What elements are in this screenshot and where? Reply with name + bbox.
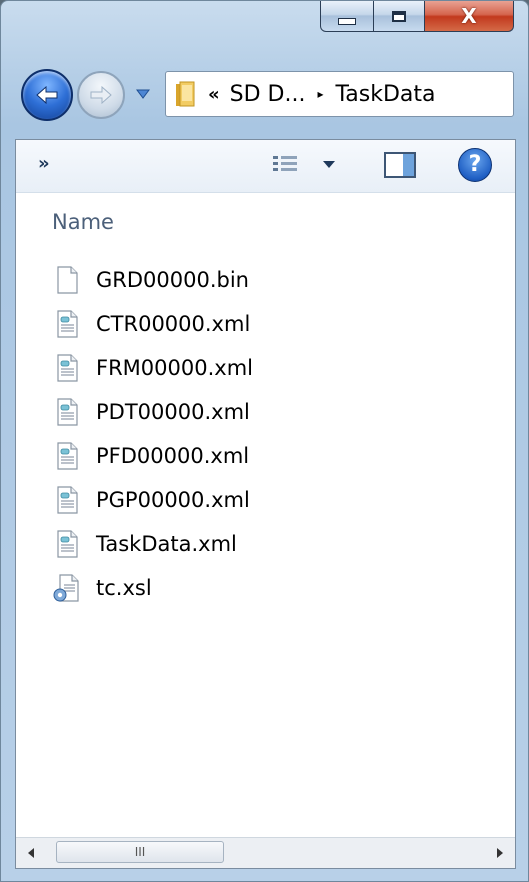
horizontal-scrollbar[interactable]: III [16,837,515,868]
file-item[interactable]: PGP00000.xml [52,478,515,522]
file-item[interactable]: CTR00000.xml [52,302,515,346]
minimize-button[interactable] [320,1,374,32]
file-name: GRD00000.bin [96,268,249,292]
maximize-icon [392,10,406,22]
breadcrumb-parent[interactable]: SD D... [230,82,306,107]
xsl-file-icon [52,573,82,603]
xml-file-icon [52,485,82,515]
file-item[interactable]: GRD00000.bin [52,258,515,302]
file-name: TaskData.xml [96,532,237,556]
file-list: GRD00000.bin CTR00000.xml FRM00000.xml PDT0… [52,258,515,610]
forward-arrow-icon [90,85,112,105]
file-item[interactable]: tc.xsl [52,566,515,610]
file-item[interactable]: PFD00000.xml [52,434,515,478]
blank-file-icon [52,265,82,295]
breadcrumb-current[interactable]: TaskData [336,82,436,107]
xml-file-icon [52,529,82,559]
file-name: PGP00000.xml [96,488,250,512]
file-item[interactable]: PDT00000.xml [52,390,515,434]
xml-file-icon [52,353,82,383]
help-button[interactable]: ? [458,148,492,182]
view-dropdown-chevron-icon[interactable] [322,160,336,169]
navigation-bar: « SD D... ▸ TaskData [15,65,514,123]
explorer-window: X « SD D... ▸ TaskData » ? Name GRD00000… [0,0,529,882]
scroll-left-icon[interactable] [26,847,36,859]
scroll-right-icon[interactable] [495,847,505,859]
file-item[interactable]: TaskData.xml [52,522,515,566]
file-name: PFD00000.xml [96,444,250,468]
xml-file-icon [52,309,82,339]
file-name: FRM00000.xml [96,356,253,380]
name-column-header[interactable]: Name [52,210,114,234]
file-pane: » ? Name GRD00000.bin CTR00000.xml FRM0000… [15,139,516,869]
file-name: CTR00000.xml [96,312,251,336]
caption-buttons: X [320,1,514,35]
scrollbar-thumb[interactable]: III [56,841,224,863]
more-commands-button[interactable]: » [38,153,50,174]
back-arrow-icon [36,85,58,105]
maximize-button[interactable] [374,1,425,32]
details-view-icon[interactable] [272,154,298,176]
file-item[interactable]: FRM00000.xml [52,346,515,390]
command-bar: » ? [16,140,515,193]
address-bar[interactable]: « SD D... ▸ TaskData [165,71,514,117]
recent-pages-button[interactable] [135,87,151,101]
minimize-icon [338,17,356,25]
close-button[interactable]: X [425,1,514,32]
close-icon: X [461,4,477,28]
breadcrumb-overflow[interactable]: « [208,84,220,105]
xml-file-icon [52,397,82,427]
folder-icon [176,81,195,107]
file-name: tc.xsl [96,576,152,600]
xml-file-icon [52,441,82,471]
breadcrumb-separator[interactable]: ▸ [317,87,323,101]
file-name: PDT00000.xml [96,400,250,424]
preview-pane-icon[interactable] [384,152,416,178]
forward-button[interactable] [77,71,125,119]
back-button[interactable] [21,69,73,121]
